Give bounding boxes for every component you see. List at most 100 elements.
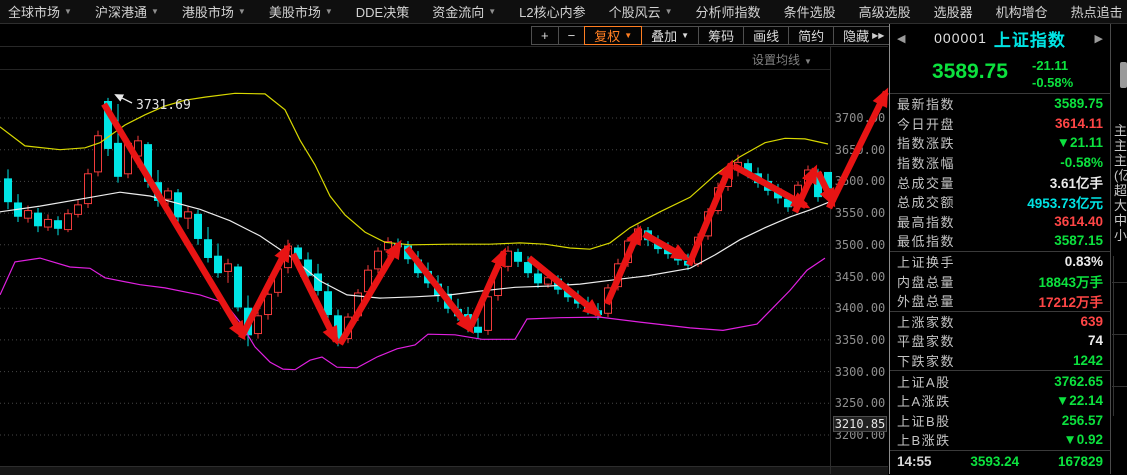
quote-row: 上B涨跌▼0.92 [890, 430, 1110, 450]
panel-right-border [1110, 24, 1111, 474]
candle-up [485, 297, 492, 331]
chevron-down-icon: ▼ [488, 7, 496, 16]
toolbar-button-label: 复权 [594, 26, 620, 45]
divider [1113, 256, 1114, 416]
chevron-down-icon: ▼ [64, 7, 72, 16]
quote-row-label: 最高指数 [897, 212, 955, 231]
last-price: 3589.75 [932, 60, 1008, 84]
menu-item-1[interactable]: 沪深港通▼ [95, 2, 159, 21]
menu-item-11[interactable]: 选股器 [934, 2, 973, 21]
chevron-down-icon: ▼ [624, 31, 632, 40]
truncated-label: 小 [1114, 225, 1127, 244]
chart-canvas[interactable]: 3731.69 [0, 47, 888, 474]
stock-code: 000001 [934, 30, 987, 46]
quote-row: 最高指数3614.40 [890, 212, 1110, 232]
divider [1112, 334, 1127, 335]
candle-down [195, 214, 202, 238]
quote-row: 今日开盘3614.11 [890, 114, 1110, 134]
menu-item-5[interactable]: 资金流向 ▼ [432, 2, 496, 21]
zoom-in-button[interactable]: + [531, 26, 559, 45]
quote-row-value: 18843万手 [1038, 271, 1103, 291]
candlestick-chart[interactable]: 3731.69 [0, 47, 888, 474]
chevron-down-icon: ▼ [665, 7, 673, 16]
trend-arrow [829, 92, 886, 208]
quote-row: 外盘总量17212万手 [890, 291, 1110, 311]
candle-down [475, 327, 482, 332]
total-volume: 167829 [1058, 454, 1103, 469]
quote-row-label: 总成交量 [897, 173, 955, 192]
chips-button[interactable]: 筹码 [698, 26, 744, 45]
menu-item-label: 高级选股 [859, 2, 911, 21]
candle-up [225, 264, 232, 272]
menu-item-label: 选股器 [934, 2, 973, 21]
candle-down [315, 274, 322, 290]
quote-row-value: 3.61亿手 [1050, 172, 1103, 192]
menu-item-4[interactable]: DDE决策 [356, 2, 409, 21]
quote-row: 上证换手0.83% [890, 252, 1110, 272]
quote-row-value: 3587.15 [1054, 233, 1103, 248]
menu-item-0[interactable]: 全球市场▼ [8, 2, 72, 21]
quote-row-label: 今日开盘 [897, 114, 955, 133]
quote-row-value: 17212万手 [1038, 291, 1103, 311]
toolbar-button-label: 隐藏 [843, 26, 869, 45]
quote-row-value: ▼21.11 [1057, 135, 1103, 150]
menu-item-label: 条件选股 [784, 2, 836, 21]
prev-stock-arrow-icon[interactable]: ◀ [897, 32, 905, 45]
quote-row-value: 4953.73亿元 [1027, 192, 1103, 212]
avg-price: 3593.24 [970, 454, 1019, 469]
quote-row-label: 上B涨跌 [897, 430, 951, 449]
candle-down [55, 221, 62, 229]
menu-item-label: 资金流向 [432, 2, 484, 21]
quote-row-value: 256.57 [1062, 413, 1103, 428]
menu-item-12[interactable]: 机构增仓 [996, 2, 1048, 21]
quote-row-value: 639 [1080, 314, 1103, 329]
quote-row-label: 上A涨跌 [897, 391, 951, 410]
trend-arrow [340, 244, 399, 344]
hide-button[interactable]: 隐藏▶▶ [833, 26, 894, 45]
menu-item-13[interactable]: 热点追击 [1071, 2, 1123, 21]
band-lower [0, 258, 825, 370]
quote-row: 上涨家数639 [890, 312, 1110, 332]
scrollbar-thumb[interactable] [1120, 62, 1127, 88]
next-stock-arrow-icon[interactable]: ▶ [1095, 32, 1103, 45]
overlay-button[interactable]: 叠加▼ [641, 26, 699, 45]
zoom-out-button[interactable]: − [558, 26, 586, 45]
quote-row-value: ▼22.14 [1056, 393, 1103, 408]
price-change: -21.11 [1032, 58, 1068, 73]
draw-line-button[interactable]: 画线 [743, 26, 789, 45]
menu-item-8[interactable]: 分析师指数 [696, 2, 761, 21]
simple-mode-button[interactable]: 简约 [788, 26, 834, 45]
peak-value-annotation: 3731.69 [136, 98, 191, 113]
candle-up [45, 219, 52, 227]
quote-time: 14:55 [897, 454, 932, 469]
annotation-pointer-icon [116, 95, 132, 103]
toolbar-button-label: 叠加 [651, 26, 677, 45]
chart-panel-divider [889, 24, 890, 474]
top-menu-bar: 全球市场▼ 沪深港通▼ 港股市场 ▼ 美股市场▼ DDE决策 资金流向 ▼ L2核心内参 个股风云… [0, 0, 1127, 24]
menu-item-3[interactable]: 美股市场▼ [269, 2, 333, 21]
menu-item-9[interactable]: 条件选股 [784, 2, 836, 21]
candle-down [35, 213, 42, 226]
candle-down [525, 263, 532, 273]
menu-item-7[interactable]: 个股风云 ▼ [609, 2, 673, 21]
chart-toolbar: +−复权 ▼ 叠加▼ 筹码画线简约隐藏▶▶ [532, 26, 922, 45]
adjust-price-button[interactable]: 复权 ▼ [584, 26, 642, 45]
quote-row: 总成交量 3.61亿手 [890, 172, 1110, 192]
candle-up [375, 251, 382, 269]
menu-item-2[interactable]: 港股市场 ▼ [182, 2, 246, 21]
menu-item-6[interactable]: L2核心内参 [519, 2, 585, 21]
quote-row-label: 内盘总量 [897, 272, 955, 291]
quote-row-label: 最新指数 [897, 94, 955, 113]
menu-item-10[interactable]: 高级选股 [859, 2, 911, 21]
trend-arrow [104, 104, 243, 336]
price-change-pct: -0.58% [1032, 75, 1073, 90]
menu-item-label: 个股风云 [609, 2, 661, 21]
quote-row: 上A涨跌 ▼22.14 [890, 391, 1110, 411]
price-block: 3589.75 -21.11 -0.58% [890, 52, 1110, 92]
toolbar-button-label: 筹码 [708, 26, 734, 45]
chevron-down-icon: ▼ [238, 7, 246, 16]
quote-row-label: 总成交额 [897, 192, 955, 211]
menu-item-label: 港股市场 [182, 2, 234, 21]
quote-row-label: 上证B股 [897, 411, 951, 430]
menu-item-label: 机构增仓 [996, 2, 1048, 21]
